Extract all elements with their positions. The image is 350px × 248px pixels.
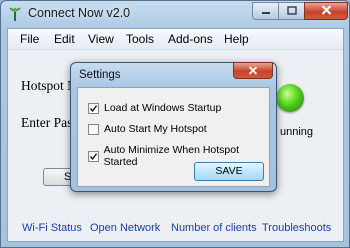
menu-bar: File Edit View Tools Add-ons Help: [8, 29, 343, 50]
menu-file[interactable]: File: [20, 32, 39, 46]
link-number-of-clients[interactable]: Number of clients: [171, 222, 257, 234]
close-icon: [321, 2, 332, 20]
password-label: Enter Pas: [21, 115, 73, 130]
dialog-content: Load at Windows Startup Auto Start My Ho…: [77, 87, 270, 187]
minimize-icon: [261, 2, 271, 20]
link-troubleshoots[interactable]: Troubleshoots: [262, 222, 331, 234]
window-title: Connect Now v2.0: [28, 6, 131, 20]
dialog-title: Settings: [79, 69, 121, 81]
title-bar[interactable]: Connect Now v2.0: [1, 1, 349, 27]
checkmark-icon: [89, 152, 98, 160]
dialog-close-button[interactable]: [233, 62, 273, 79]
status-light: [276, 84, 304, 112]
settings-dialog: Settings Load at Windows Startup Auto St…: [70, 62, 277, 192]
option-label: Auto Start My Hotspot: [104, 123, 207, 135]
link-wifi-status[interactable]: Wi-Fi Status: [22, 222, 82, 234]
maximize-button[interactable]: [278, 2, 305, 20]
menu-edit[interactable]: Edit: [54, 32, 75, 46]
menu-add-ons[interactable]: Add-ons: [168, 32, 213, 46]
checkbox-auto-start[interactable]: [88, 123, 99, 135]
link-open-network[interactable]: Open Network: [90, 222, 160, 234]
status-text: unning: [280, 126, 314, 138]
bottom-links: Wi-Fi Status Open Network Number of clie…: [8, 222, 343, 238]
minimize-button[interactable]: [252, 2, 279, 20]
close-icon: [248, 62, 258, 80]
option-load-at-startup[interactable]: Load at Windows Startup: [88, 102, 221, 114]
checkbox-auto-minimize[interactable]: [88, 150, 99, 162]
checkbox-load-at-startup[interactable]: [88, 102, 99, 114]
antenna-icon: [8, 6, 22, 22]
menu-tools[interactable]: Tools: [126, 32, 154, 46]
hotspot-name-label: Hotspot N: [21, 78, 77, 93]
checkmark-icon: [89, 104, 98, 112]
menu-help[interactable]: Help: [224, 32, 249, 46]
option-label: Load at Windows Startup: [104, 102, 222, 114]
menu-view[interactable]: View: [88, 32, 114, 46]
option-auto-start[interactable]: Auto Start My Hotspot: [88, 123, 207, 135]
save-button[interactable]: SAVE: [194, 162, 264, 181]
close-button[interactable]: [304, 2, 348, 20]
maximize-icon: [286, 2, 297, 20]
